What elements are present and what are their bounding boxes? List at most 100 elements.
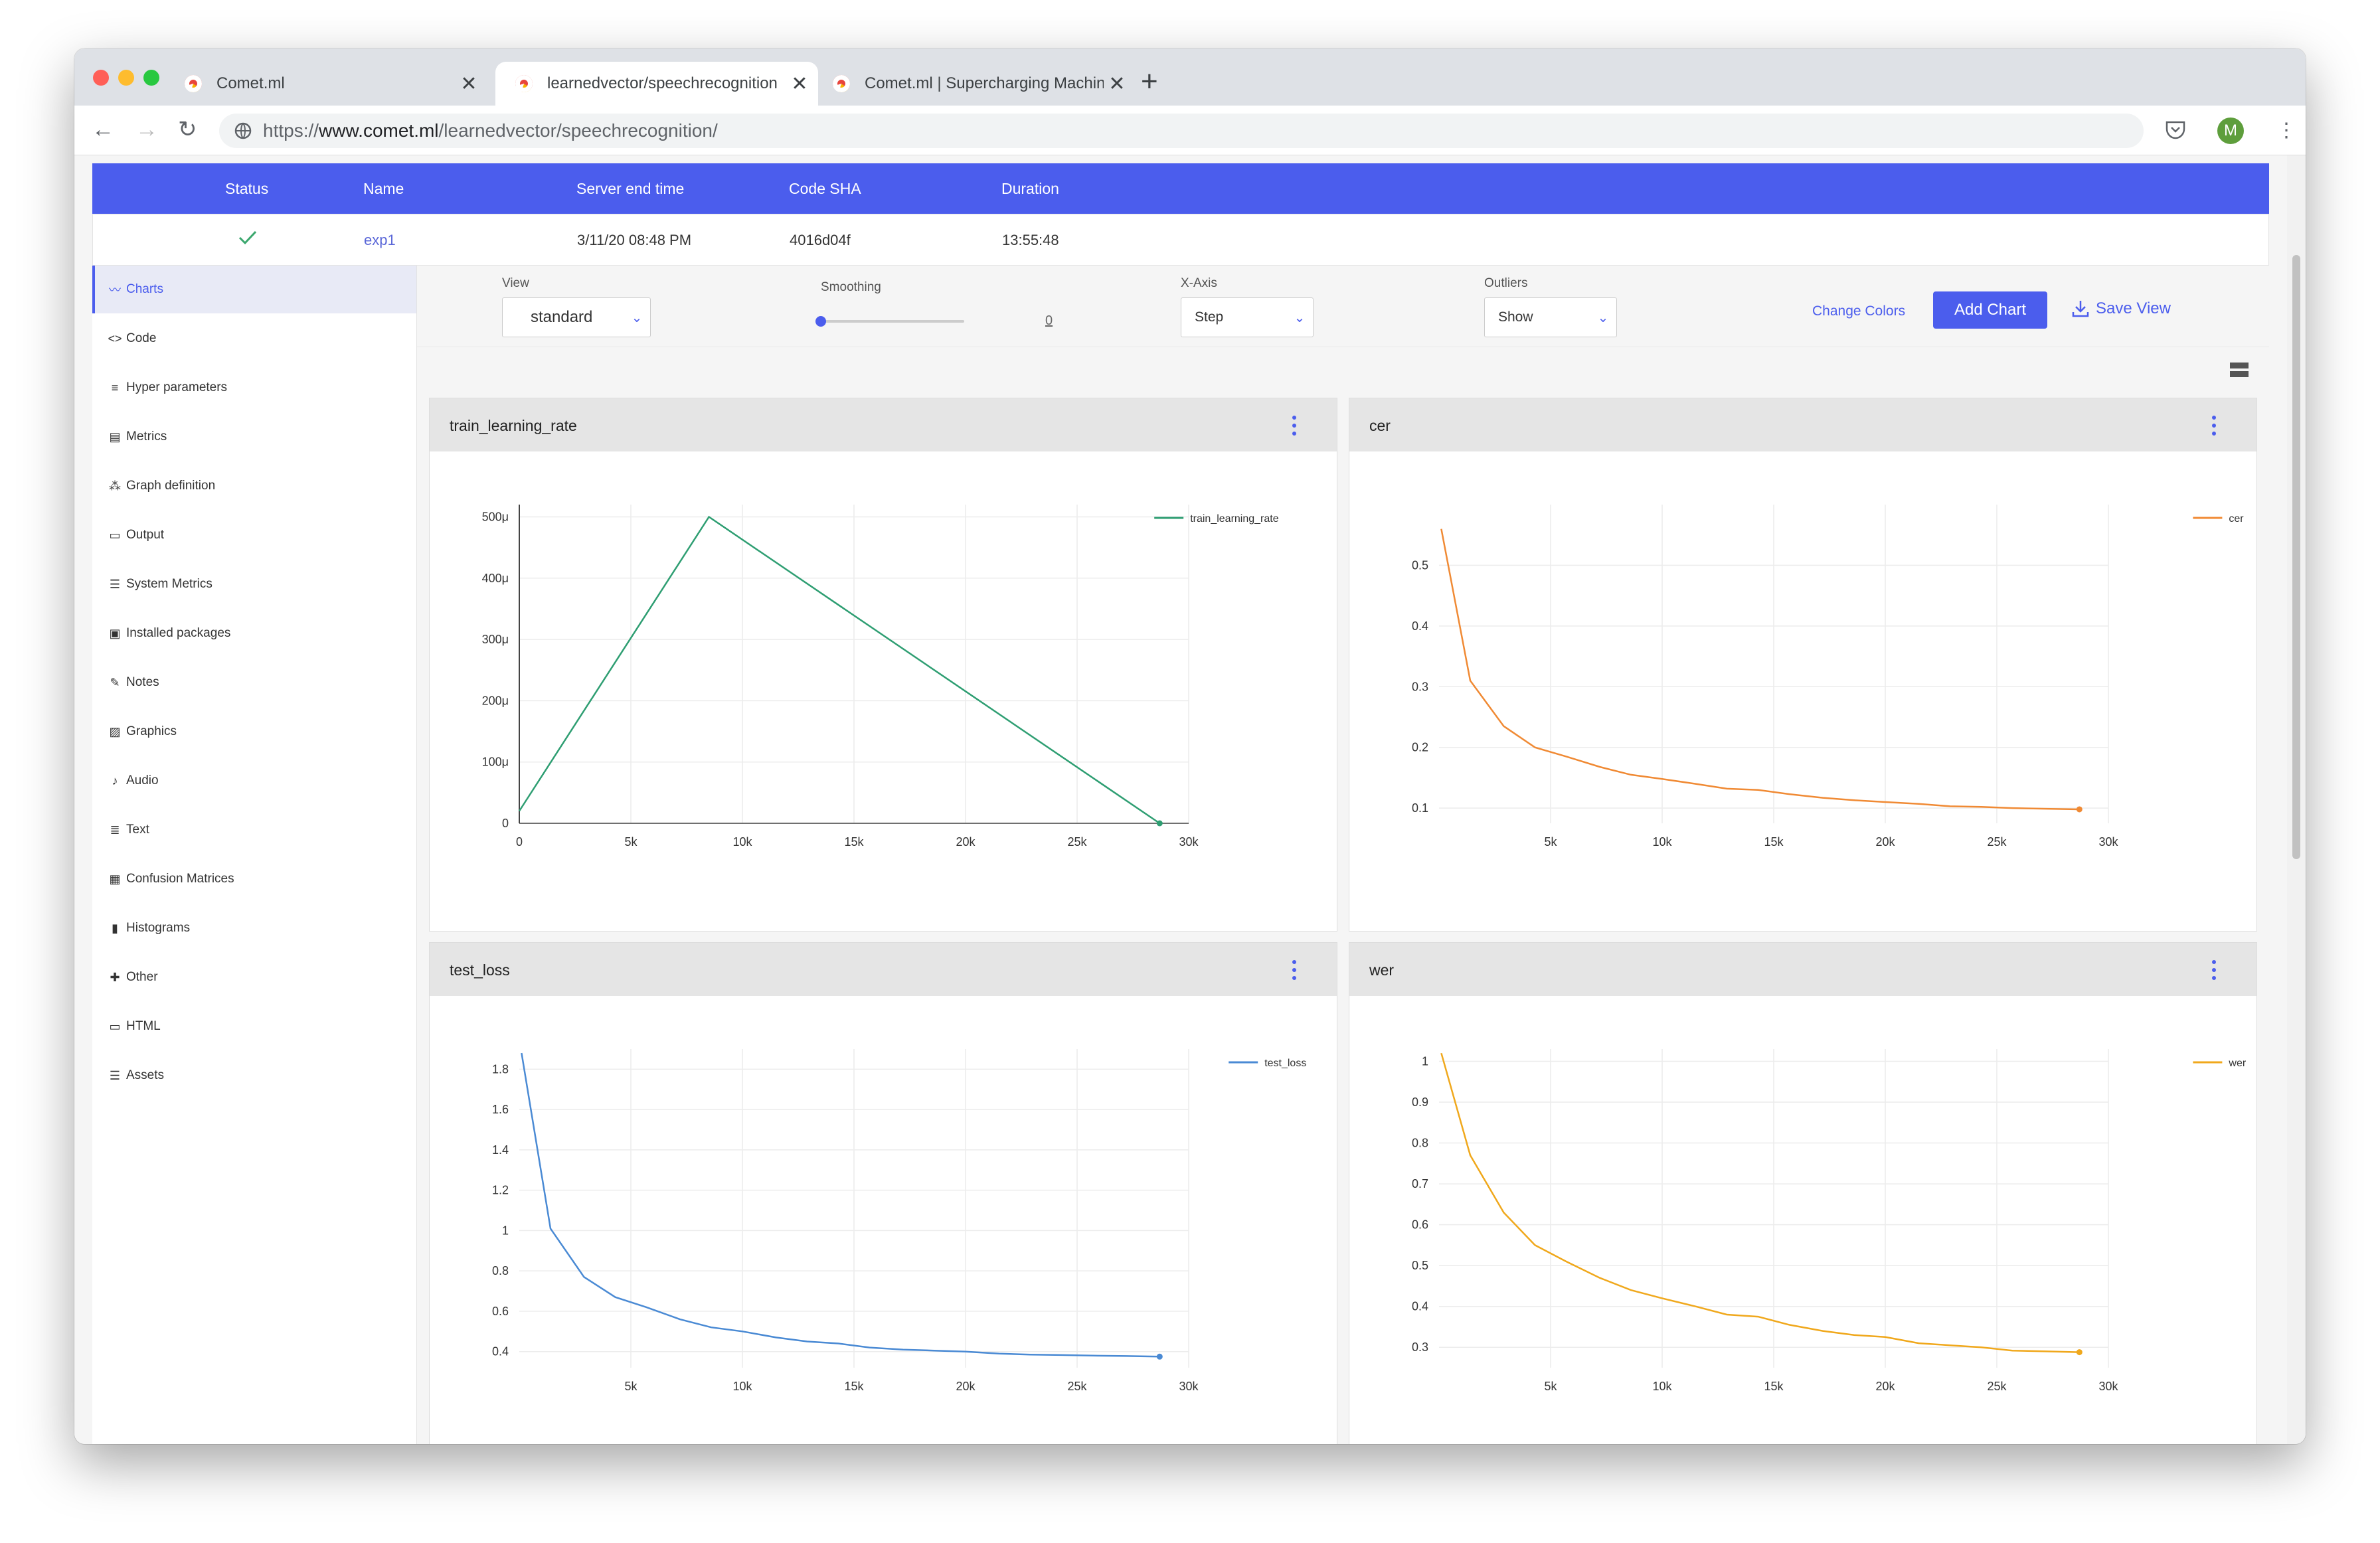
sidebar-item-html[interactable]: ▭ HTML xyxy=(92,1003,416,1050)
xaxis-label: X-Axis xyxy=(1181,276,1217,290)
y-tick-label: 500μ xyxy=(482,510,509,523)
chart-menu-icon[interactable] xyxy=(2211,960,2217,980)
x-tick-label: 25k xyxy=(1067,835,1087,849)
x-tick-label: 10k xyxy=(732,835,752,849)
sidebar-item-graphics[interactable]: ▨ Graphics xyxy=(92,708,416,756)
x-tick-label: 25k xyxy=(1987,835,2007,849)
name-header[interactable]: Name xyxy=(363,180,404,198)
xaxis-select-value: Step xyxy=(1195,309,1224,325)
smoothing-slider-track[interactable] xyxy=(821,320,964,323)
chart-menu-icon[interactable] xyxy=(2211,416,2217,436)
chart-plot-wer: 5k 10k 15k 20k 25k 30k 0.3 0.4 0.5 0.6 0.7 0.8 0.9 1 w… xyxy=(1412,1049,2247,1393)
y-tick-label: 1 xyxy=(1422,1054,1428,1068)
sidebar-item-confusion-matrices[interactable]: ▦ Confusion Matrices xyxy=(92,855,416,903)
y-tick-label: 0 xyxy=(502,817,509,830)
sidebar-item-label: Assets xyxy=(126,1068,165,1082)
x-tick-label: 15k xyxy=(1764,1380,1784,1393)
site-info-icon[interactable] xyxy=(234,122,252,140)
x-tick-label: 30k xyxy=(2098,1380,2118,1393)
outliers-label: Outliers xyxy=(1484,276,1528,290)
sidebar-item-label: Histograms xyxy=(126,921,191,935)
sidebar-item-audio[interactable]: ♪ Audio xyxy=(92,757,416,805)
tab-close-icon[interactable]: ✕ xyxy=(786,72,813,96)
y-tick-label: 0.3 xyxy=(1412,1340,1428,1354)
xaxis-select[interactable]: Step ⌄ xyxy=(1181,297,1314,337)
chart-menu-icon[interactable] xyxy=(1292,416,1297,436)
add-chart-button[interactable]: Add Chart xyxy=(1933,291,2047,329)
sidebar-item-other[interactable]: ✚ Other xyxy=(92,953,416,1001)
sidebar-item-label: Other xyxy=(126,970,158,984)
page-scrollbar[interactable] xyxy=(2287,155,2306,1444)
save-view-button[interactable]: Save View xyxy=(2071,299,2171,319)
sidebar-item-system-metrics[interactable]: ☰ System Metrics xyxy=(92,560,416,608)
smoothing-value[interactable]: 0 xyxy=(1045,313,1053,329)
series-line-wer xyxy=(1440,1052,2080,1353)
chevron-down-icon: ⌄ xyxy=(631,310,643,325)
series-line-train_learning_rate xyxy=(518,515,1161,825)
change-colors-button[interactable]: Change Colors xyxy=(1812,303,1905,319)
music-icon: ♪ xyxy=(112,773,118,787)
back-arrow-icon[interactable]: ← xyxy=(92,115,114,144)
close-window-button[interactable] xyxy=(93,70,109,86)
y-tick-label: 0.8 xyxy=(492,1264,509,1277)
reload-icon[interactable]: ↻ xyxy=(178,115,197,144)
forward-arrow-icon[interactable]: → xyxy=(135,115,158,144)
sidebar-item-installed-packages[interactable]: ▣ Installed packages xyxy=(92,609,416,657)
browser-tab-active[interactable]: learnedvector/speechrecognition ✕ xyxy=(495,62,818,106)
sidebar-item-label: Charts xyxy=(126,282,163,296)
sidebar-item-notes[interactable]: ✎ Notes xyxy=(92,659,416,706)
tab-title: Comet.ml | Supercharging Machine Learnin… xyxy=(865,74,1104,92)
sidebar-item-metrics[interactable]: ▤ Metrics xyxy=(92,413,416,461)
minimize-window-button[interactable] xyxy=(118,70,134,86)
sidebar-item-graph-definition[interactable]: ⁂ Graph definition xyxy=(92,462,416,510)
chart-menu-icon[interactable] xyxy=(1292,960,1297,980)
experiment-name-link[interactable]: exp1 xyxy=(364,232,396,249)
x-tick-label: 20k xyxy=(956,835,976,849)
code-sha-header[interactable]: Code SHA xyxy=(789,180,861,198)
code-icon: <> xyxy=(108,331,122,345)
sidebar-item-code[interactable]: <> Code xyxy=(92,315,416,363)
sidebar-item-assets[interactable]: ☰ Assets xyxy=(92,1052,416,1099)
y-tick-label: 200μ xyxy=(482,694,509,707)
chart-title: cer xyxy=(1369,417,1391,434)
new-tab-icon[interactable]: + xyxy=(1141,67,1158,96)
maximize-window-button[interactable] xyxy=(143,70,159,86)
address-bar[interactable]: https://www.comet.ml/learnedvector/speec… xyxy=(219,114,2144,148)
y-tick-label: 400μ xyxy=(482,572,509,585)
outliers-select-value: Show xyxy=(1498,309,1533,325)
sidebar-item-label: Code xyxy=(126,331,157,345)
browser-tab[interactable]: Comet.ml | Supercharging Machine Learnin… xyxy=(813,62,1136,106)
sidebar-item-charts[interactable]: 〰 Charts xyxy=(92,266,416,313)
sidebar-item-label: HTML xyxy=(126,1019,161,1033)
sidebar-item-output[interactable]: ▭ Output xyxy=(92,511,416,559)
x-tick-label: 25k xyxy=(1067,1380,1087,1393)
scrollbar-thumb[interactable] xyxy=(2292,255,2300,859)
server-end-time-value: 3/11/20 08:48 PM xyxy=(577,232,692,248)
pocket-icon[interactable] xyxy=(2165,120,2186,140)
server-end-time-header[interactable]: Server end time xyxy=(576,180,684,198)
sidebar-item-text[interactable]: ≣ Text xyxy=(92,806,416,854)
y-tick-label: 1.8 xyxy=(492,1062,509,1076)
outliers-select[interactable]: Show ⌄ xyxy=(1484,297,1617,337)
experiment-row[interactable]: exp1 3/11/20 08:48 PM 4016d04f 13:55:48 xyxy=(92,214,2269,266)
sidebar-item-label: Metrics xyxy=(126,430,167,444)
chart-panel-cer: cer 5k 10k 15k 20k 25k 30k 0.1 0.2 0.3 0.4 0.5 cer xyxy=(1349,398,2257,932)
y-tick-label: 0.6 xyxy=(492,1305,509,1318)
sidebar-item-label: Graph definition xyxy=(126,479,216,493)
x-tick-label: 10k xyxy=(1652,835,1672,849)
tab-close-icon[interactable]: ✕ xyxy=(456,72,482,96)
tab-close-icon[interactable]: ✕ xyxy=(1104,72,1130,96)
x-tick-label: 5k xyxy=(624,835,638,849)
layout-toggle-icon[interactable] xyxy=(2230,363,2249,377)
status-header[interactable]: Status xyxy=(225,180,268,198)
duration-header[interactable]: Duration xyxy=(1001,180,1059,198)
view-select[interactable]: standard ⌄ xyxy=(502,297,651,337)
avatar[interactable]: M xyxy=(2217,118,2244,144)
sidebar-item-label: Confusion Matrices xyxy=(126,872,234,886)
sidebar-item-hyper-parameters[interactable]: ≡ Hyper parameters xyxy=(92,364,416,412)
smoothing-slider-handle[interactable] xyxy=(815,316,826,327)
browser-tab[interactable]: Comet.ml ✕ xyxy=(165,62,487,106)
browser-menu-icon[interactable]: ⋮ xyxy=(2276,119,2296,143)
sidebar-item-histograms[interactable]: ▮ Histograms xyxy=(92,904,416,952)
x-tick-label: 5k xyxy=(1544,835,1557,849)
